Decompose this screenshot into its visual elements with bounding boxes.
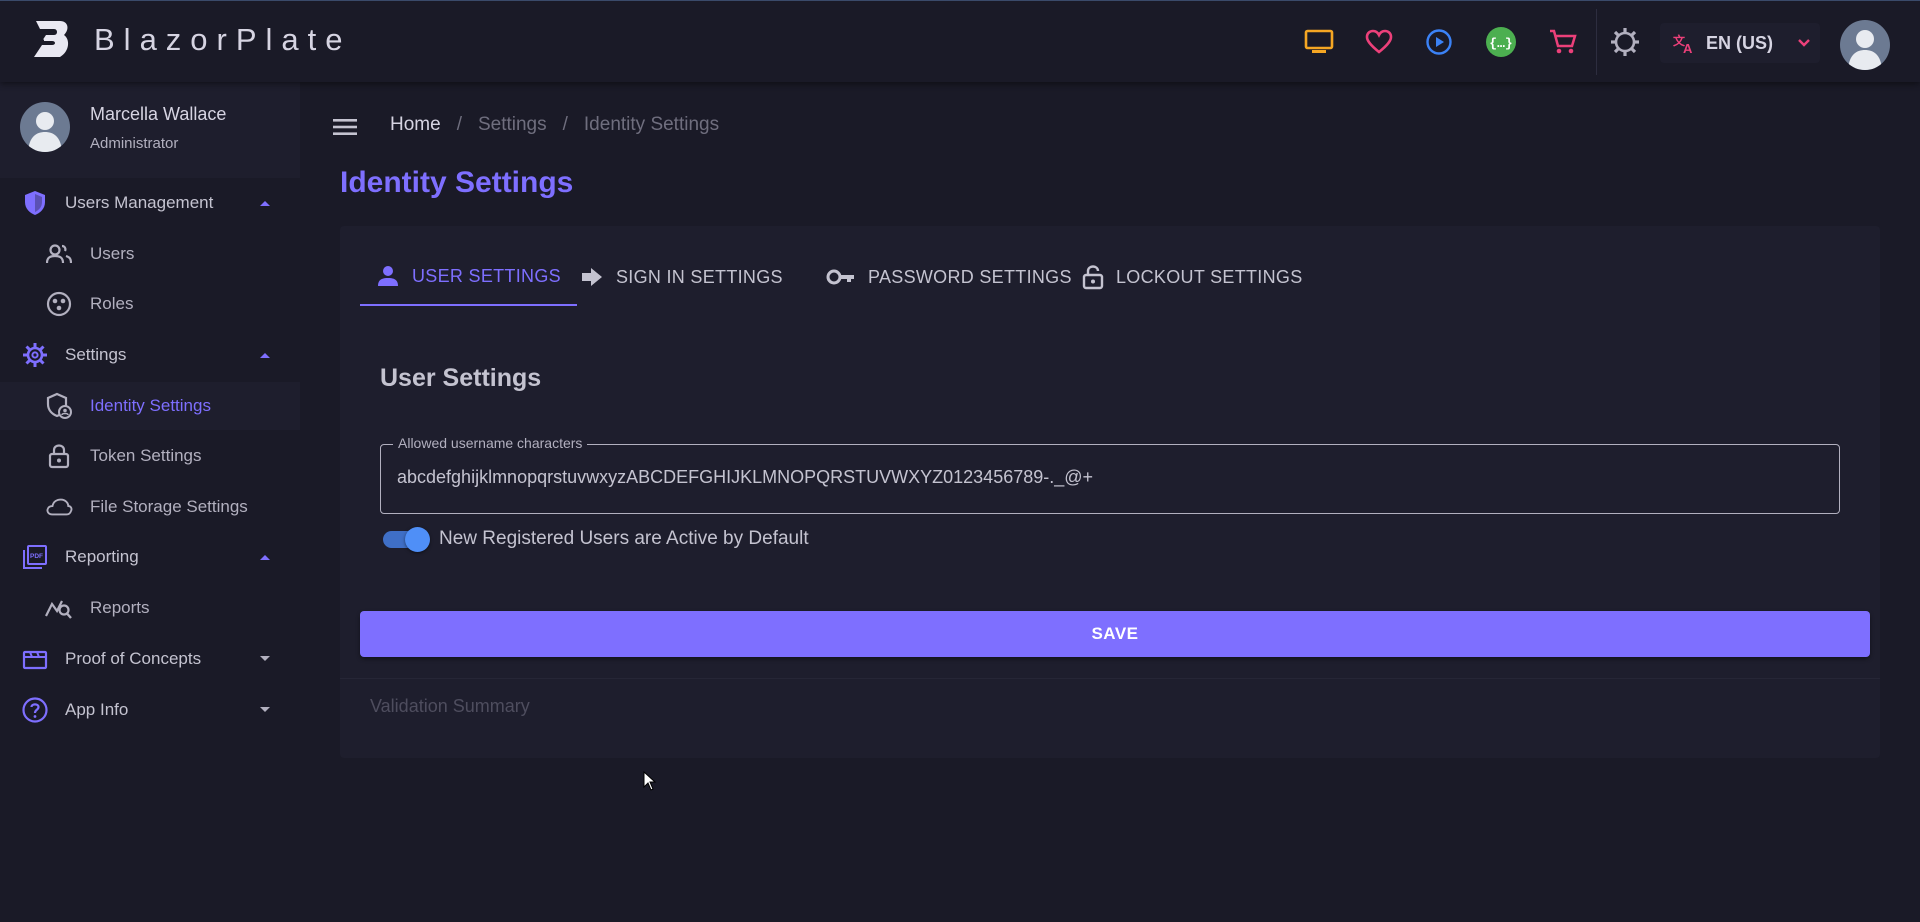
hamburger-icon: [333, 119, 357, 135]
brand-name: BlazorPlate: [94, 22, 352, 57]
sidebar-item-label: Settings: [65, 345, 127, 364]
heart-icon[interactable]: [1362, 25, 1396, 59]
tab-lockout-settings[interactable]: LOCKOUT SETTINGS: [1066, 248, 1319, 306]
profile-name: Marcella Wallace: [90, 104, 227, 124]
caret-up-icon: [260, 353, 270, 358]
arrow-right-icon: [582, 268, 602, 286]
cart-icon[interactable]: [1546, 25, 1580, 59]
profile-role: Administrator: [90, 135, 179, 152]
tab-label: USER SETTINGS: [412, 265, 561, 286]
breadcrumb-settings: Settings: [477, 114, 547, 135]
sidebar-item-proof-of-concepts[interactable]: Proof of Concepts: [0, 635, 300, 683]
movie-icon: [21, 645, 49, 673]
sidebar-item-app-info[interactable]: App Info: [0, 686, 300, 734]
save-button[interactable]: SAVE: [360, 611, 1870, 657]
sidebar-profile: Marcella Wallace Administrator: [0, 82, 300, 178]
user-settings-panel: User Settings Allowed username character…: [360, 348, 1860, 570]
sidebar-item-label: File Storage Settings: [90, 497, 248, 516]
sidebar-item-settings[interactable]: Settings: [0, 331, 300, 379]
sidebar-item-label: Reports: [90, 598, 150, 617]
validation-summary: Validation Summary: [370, 696, 530, 716]
app-bar: BlazorPlate {…} 文A EN (US): [0, 0, 1920, 82]
sidebar-item-roles[interactable]: Roles: [0, 280, 300, 328]
lock-icon: [45, 442, 73, 470]
sidebar-item-users[interactable]: Users: [0, 230, 300, 278]
breadcrumb-home[interactable]: Home: [390, 114, 441, 136]
person-icon: [378, 266, 398, 286]
active-by-default-toggle[interactable]: [380, 525, 430, 553]
language-selector[interactable]: 文A EN (US): [1660, 23, 1820, 63]
chevron-down-icon: [1798, 39, 1810, 47]
mouse-cursor-icon: [643, 771, 657, 791]
pdf-icon: PDF: [21, 543, 49, 571]
gear-icon: [21, 341, 49, 369]
allowed-username-characters-input[interactable]: [397, 467, 1817, 488]
user-avatar[interactable]: [1840, 20, 1890, 70]
help-icon: [21, 696, 49, 724]
breadcrumb-separator: /: [562, 114, 568, 135]
avatar[interactable]: [20, 102, 70, 152]
svg-text:A: A: [1683, 41, 1693, 55]
sidebar-item-reports[interactable]: Reports: [0, 584, 300, 632]
breadcrumb: Home / Settings / Identity Settings: [390, 114, 719, 136]
sidebar-item-label: Roles: [90, 294, 134, 313]
divider: [340, 678, 1880, 679]
language-label: EN (US): [1706, 32, 1773, 53]
sidebar-item-token-settings[interactable]: Token Settings: [0, 432, 300, 480]
allowed-username-characters-field: Allowed username characters: [380, 435, 1840, 514]
menu-toggle-button[interactable]: [330, 112, 360, 142]
toggle-label: New Registered Users are Active by Defau…: [439, 528, 809, 549]
sidebar-item-label: Proof of Concepts: [65, 649, 202, 668]
sidebar-item-label: Users Management: [65, 193, 214, 212]
users-icon: [45, 240, 73, 268]
tab-password-settings[interactable]: PASSWORD SETTINGS: [810, 248, 1088, 306]
cloud-icon: [45, 493, 73, 521]
identity-settings-card: USER SETTINGS SIGN IN SETTINGS PASSWORD …: [340, 226, 1880, 758]
svg-text:PDF: PDF: [30, 553, 43, 560]
svg-text:{…}: {…}: [1489, 36, 1512, 51]
panel-title: User Settings: [380, 364, 542, 392]
tab-label: PASSWORD SETTINGS: [868, 266, 1072, 287]
tab-sign-in-settings[interactable]: SIGN IN SETTINGS: [564, 248, 799, 306]
sidebar-item-label: App Info: [65, 700, 129, 719]
settings-tabs: USER SETTINGS SIGN IN SETTINGS PASSWORD …: [360, 248, 1860, 306]
sidebar-item-label: Reporting: [65, 547, 139, 566]
breadcrumb-current: Identity Settings: [583, 114, 720, 135]
caret-up-icon: [260, 555, 270, 560]
monitor-icon[interactable]: [1302, 25, 1336, 59]
identity-shield-icon: [45, 392, 73, 420]
caret-down-icon: [260, 707, 270, 712]
shield-icon: [21, 189, 49, 217]
sidebar-item-label: Token Settings: [90, 446, 202, 465]
chart-search-icon: [45, 594, 73, 622]
sidebar: Marcella Wallace Administrator Users Man…: [0, 82, 300, 922]
sidebar-item-identity-settings[interactable]: Identity Settings: [0, 382, 300, 430]
lock-outline-icon: [1082, 265, 1104, 290]
sidebar-item-reporting[interactable]: PDF Reporting: [0, 533, 300, 581]
brand-logo-icon[interactable]: [30, 17, 74, 61]
settings-gear-icon[interactable]: [1608, 25, 1642, 59]
sidebar-item-users-management[interactable]: Users Management: [0, 179, 300, 227]
translate-icon: 文A: [1673, 33, 1693, 55]
caret-down-icon: [260, 656, 270, 661]
page-title: Identity Settings: [340, 166, 574, 199]
appbar-divider: [1596, 9, 1597, 75]
api-icon[interactable]: {…}: [1484, 25, 1518, 59]
field-label: Allowed username characters: [393, 435, 588, 451]
caret-up-icon: [260, 201, 270, 206]
tab-user-settings[interactable]: USER SETTINGS: [360, 248, 577, 306]
tab-label: LOCKOUT SETTINGS: [1116, 266, 1303, 287]
sidebar-item-label: Users: [90, 244, 135, 263]
roles-icon: [45, 290, 73, 318]
sidebar-item-file-storage-settings[interactable]: File Storage Settings: [0, 483, 300, 531]
tab-label: SIGN IN SETTINGS: [616, 266, 783, 287]
key-icon: [826, 269, 854, 285]
breadcrumb-separator: /: [456, 114, 462, 135]
sidebar-item-label: Identity Settings: [90, 396, 211, 415]
play-circle-icon[interactable]: [1422, 25, 1456, 59]
toggle-thumb: [405, 527, 430, 552]
